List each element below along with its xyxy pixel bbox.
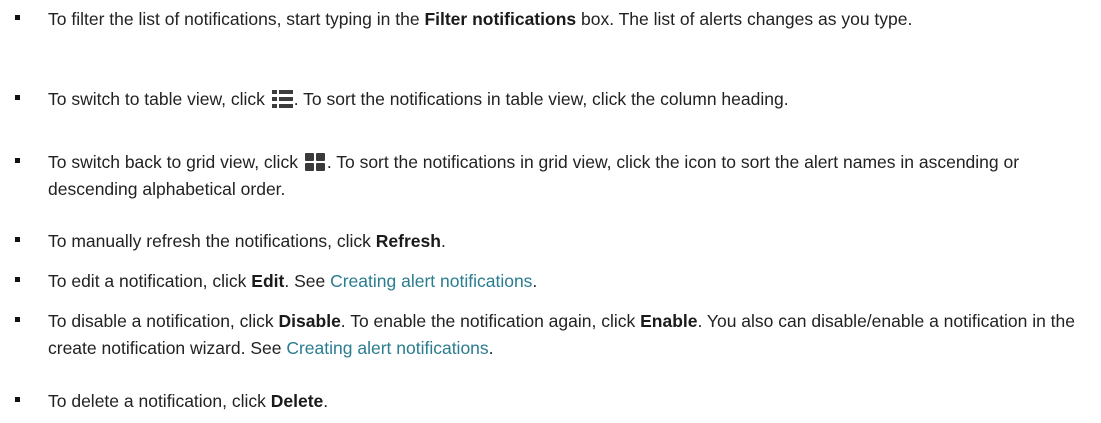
bullet (15, 15, 20, 20)
filter-notifications-label: Filter notifications (424, 9, 577, 29)
bullet (15, 158, 20, 163)
list-item-text: To manually refresh the notifications, c… (48, 228, 1093, 255)
creating-alert-notifications-link[interactable]: Creating alert notifications (330, 271, 532, 291)
text-run: To switch back to grid view, click (48, 152, 303, 172)
bullet (15, 277, 20, 282)
bullet (15, 317, 20, 322)
list-item-text: To filter the list of notifications, sta… (48, 6, 1093, 33)
text-run: To filter the list of notifications, sta… (48, 9, 425, 29)
table-view-icon (271, 90, 293, 108)
text-run: To edit a notification, click (48, 271, 252, 291)
delete-label: Delete (270, 391, 324, 411)
disable-label: Disable (278, 311, 341, 331)
text-run: box. The list of alerts changes as you t… (576, 9, 913, 29)
list-item-text: To switch to table view, click . To sort… (48, 86, 1093, 113)
text-run: . (440, 231, 446, 251)
text-run: . To enable the notification again, clic… (340, 311, 641, 331)
help-document: To filter the list of notifications, sta… (0, 0, 1101, 423)
list-item-text: To switch back to grid view, click . To … (48, 149, 1093, 203)
edit-label: Edit (251, 271, 285, 291)
text-run: To manually refresh the notifications, c… (48, 231, 376, 251)
text-run: . To sort the notifications in table vie… (293, 89, 789, 109)
grid-view-icon (304, 153, 326, 171)
text-run: To disable a notification, click (48, 311, 279, 331)
text-run: To delete a notification, click (48, 391, 271, 411)
list-item-text: To disable a notification, click Disable… (48, 308, 1093, 362)
refresh-label: Refresh (375, 231, 441, 251)
text-run: . See (284, 271, 331, 291)
list-item-text: To delete a notification, click Delete. (48, 388, 1093, 415)
creating-alert-notifications-link[interactable]: Creating alert notifications (286, 338, 488, 358)
bullet (15, 397, 20, 402)
bullet (15, 95, 20, 100)
list-item-text: To edit a notification, click Edit. See … (48, 268, 1093, 295)
text-run: To switch to table view, click (48, 89, 270, 109)
text-run: . (532, 271, 538, 291)
bullet (15, 237, 20, 242)
enable-label: Enable (640, 311, 698, 331)
text-run: . (323, 391, 329, 411)
text-run: . (488, 338, 494, 358)
